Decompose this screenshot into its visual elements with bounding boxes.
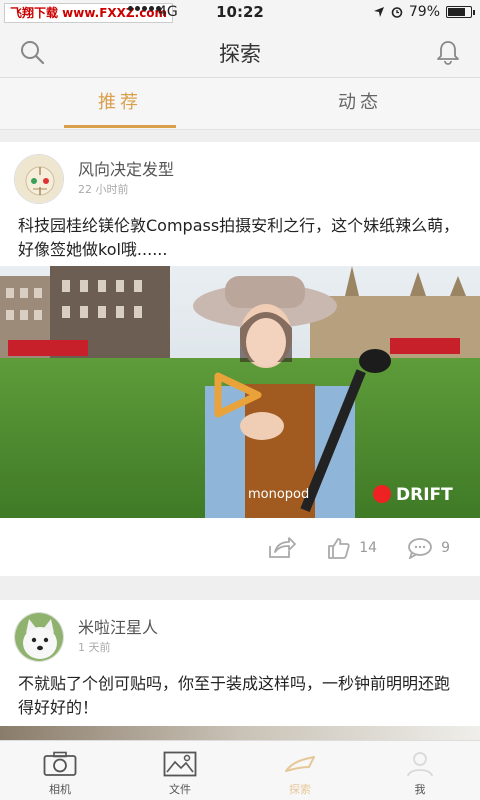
comment-icon	[408, 538, 432, 559]
image-icon	[163, 751, 197, 777]
video-brand: DRIFT	[396, 485, 453, 505]
post-time: 22 小时前	[78, 183, 129, 196]
post-text: 科技园桂纶镁伦敦Compass拍摄安利之行，这个妹纸辣么萌，好像签她做kol哦.…	[18, 216, 460, 259]
post-text: 不就贴了个创可贴吗，你至于装成这样吗，一秒钟前明明还跑得好好的！	[18, 674, 451, 717]
alarm-icon	[391, 7, 403, 18]
like-count: 14	[359, 540, 378, 556]
video-subtitle: monopod	[248, 487, 309, 502]
feed-post[interactable]: 米啦汪星人 1 天前 不就贴了个创可贴吗，你至于装成这样吗，一秒钟前明明还跑得好…	[0, 600, 480, 740]
comment-count: 9	[441, 540, 450, 556]
avatar[interactable]	[14, 154, 64, 204]
post-image[interactable]	[0, 726, 480, 740]
tab-camera[interactable]: 相机	[0, 741, 120, 800]
author-name[interactable]: 米啦汪星人	[78, 614, 158, 638]
post-actions: 14 9	[237, 536, 450, 560]
tab-label: 探索	[289, 783, 311, 796]
like-button[interactable]: 14	[327, 536, 377, 560]
bottom-tab-bar: 相机 文件 探索 我	[0, 740, 480, 800]
author-name[interactable]: 风向决定发型	[78, 156, 174, 180]
tab-recommend[interactable]: 推荐	[0, 78, 240, 129]
post-time: 1 天前	[78, 641, 111, 654]
page-title: 探索	[219, 42, 261, 66]
tab-activity[interactable]: 动态	[240, 78, 480, 129]
battery-icon	[446, 6, 475, 18]
explore-icon	[285, 756, 315, 772]
tab-explore[interactable]: 探索	[240, 741, 360, 800]
battery-percent: 79%	[408, 4, 440, 20]
feed-tabs: 推荐 动态	[0, 78, 480, 130]
camera-icon	[43, 751, 77, 776]
thumbs-up-icon	[328, 538, 350, 559]
tab-me[interactable]: 我	[360, 741, 480, 800]
location-icon	[373, 7, 384, 17]
share-button[interactable]	[267, 536, 297, 560]
share-icon	[269, 537, 297, 558]
tab-label: 我	[414, 783, 426, 796]
feed-post[interactable]: 风向决定发型 22 小时前 科技园桂纶镁伦敦Compass拍摄安利之行，这个妹纸…	[0, 142, 480, 576]
user-icon	[407, 752, 433, 777]
nav-bar: 探索	[0, 26, 480, 78]
tab-label: 文件	[169, 783, 191, 796]
tab-files[interactable]: 文件	[120, 741, 240, 800]
status-bar: 飞翔下载 www.FXXZ.com 4G 10:22 79%	[0, 0, 480, 26]
avatar[interactable]	[14, 612, 64, 662]
video-thumbnail[interactable]: monopod DRIFT	[0, 266, 480, 518]
tab-label: 相机	[49, 783, 71, 796]
comment-button[interactable]: 9	[407, 537, 450, 559]
bell-icon[interactable]	[434, 38, 462, 66]
